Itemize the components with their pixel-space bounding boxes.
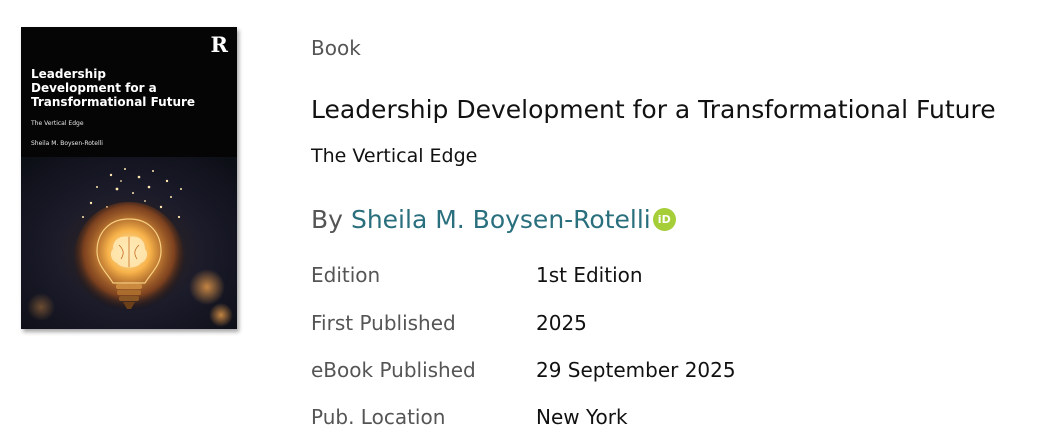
detail-value: New York (536, 405, 628, 429)
by-prefix: By (311, 205, 343, 234)
detail-value: 2025 (536, 311, 587, 335)
detail-value: 29 September 2025 (536, 358, 736, 382)
content-type-label: Book (311, 36, 361, 60)
book-subtitle: The Vertical Edge (311, 145, 478, 167)
cover-subtitle: The Vertical Edge (31, 120, 84, 127)
cover-author: Sheila M. Boysen-Rotelli (31, 140, 103, 147)
orcid-icon[interactable]: iD (652, 208, 676, 231)
detail-label: Pub. Location (311, 405, 446, 429)
detail-value: 1st Edition (536, 263, 643, 287)
book-title: Leadership Development for a Transformat… (311, 95, 996, 124)
author-link[interactable]: Sheila M. Boysen-Rotelli (351, 205, 651, 234)
lightbulb-brain-icon (21, 157, 237, 329)
detail-label: eBook Published (311, 358, 476, 382)
publisher-logo: R (210, 32, 228, 57)
detail-label: First Published (311, 311, 456, 335)
author-byline: By Sheila M. Boysen-Rotelli iD (311, 205, 676, 234)
book-cover[interactable]: R Leadership Development for a Transform… (21, 27, 237, 329)
cover-title: Leadership Development for a Transformat… (31, 67, 196, 109)
detail-label: Edition (311, 263, 381, 287)
